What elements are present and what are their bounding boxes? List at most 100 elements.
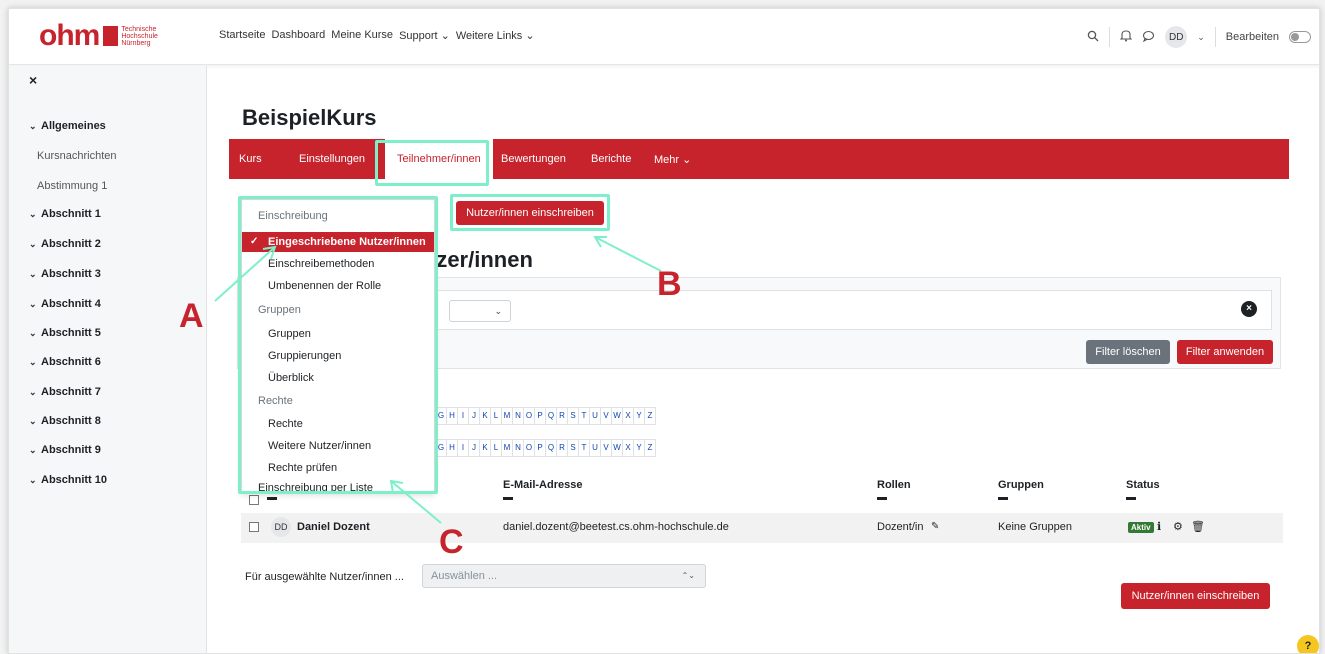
arrow-b (594, 236, 662, 272)
tab-kurs[interactable]: Kurs (239, 153, 262, 165)
annotation-label-c: C (439, 523, 464, 561)
divider (1109, 27, 1111, 47)
course-navigation: Kurs Einstellungen Teilnehmer/innen Bewe… (229, 139, 1289, 187)
sidebar-item-label: Abschnitt 5 (41, 327, 101, 339)
column-header-status[interactable]: Status (1126, 479, 1160, 491)
dropdown-item-enrol-by-list[interactable]: Einschreibung per Liste (242, 478, 434, 498)
sort-indicator (998, 497, 1008, 500)
top-bar: ohm Technische Hochschule Nürnberg Start… (9, 9, 1319, 65)
info-icon[interactable]: ℹ (1157, 520, 1161, 533)
tab-einstellungen[interactable]: Einstellungen (299, 153, 365, 165)
sidebar-item-label: Abschnitt 7 (41, 386, 101, 398)
user-tools: DD ⌄ Bearbeiten (1087, 26, 1311, 48)
dropdown-item-permissions[interactable]: Rechte (242, 414, 434, 434)
filter-match-select[interactable]: ⌄ (449, 300, 511, 322)
dropdown-item-enrol-methods[interactable]: Einschreibemethoden (242, 254, 434, 274)
user-avatar[interactable]: DD (1165, 26, 1188, 48)
sidebar-item-abstimmung[interactable]: Abstimmung 1 (37, 180, 107, 192)
dropdown-item-enrolled-users[interactable]: ✓ Eingeschriebene Nutzer/innen (242, 232, 434, 252)
browser-frame: ohm Technische Hochschule Nürnberg Start… (8, 8, 1320, 654)
tab-bewertungen[interactable]: Bewertungen (501, 153, 566, 165)
sidebar-item-label: Abschnitt 1 (41, 208, 101, 220)
sidebar-item-abschnitt-10[interactable]: ⌄ Abschnitt 10 (29, 474, 107, 486)
chat-icon[interactable] (1142, 30, 1155, 45)
sidebar-item-label: Abschnitt 6 (41, 356, 101, 368)
chevron-down-icon: ⌄ (29, 269, 37, 279)
bulk-action-select[interactable]: Auswählen ... ⌃⌄ (422, 564, 706, 588)
chevron-down-icon: ⌄ (29, 239, 37, 249)
close-icon[interactable]: × (1241, 301, 1257, 317)
dropdown-heading-rechte: Rechte (258, 395, 293, 407)
nav-support[interactable]: Support ⌄ (399, 29, 450, 42)
dropdown-item-groupings[interactable]: Gruppierungen (242, 346, 434, 366)
divider (1214, 27, 1216, 47)
status-badge: Aktiv (1128, 522, 1154, 533)
sidebar-item-abschnitt-4[interactable]: ⌄ Abschnitt 4 (29, 298, 101, 310)
sort-indicator (1126, 497, 1136, 500)
sidebar-item-allgemeines[interactable]: ⌄ Allgemeines (29, 120, 106, 132)
dropdown-item-other-users[interactable]: Weitere Nutzer/innen (242, 436, 434, 456)
sort-indicator (503, 497, 513, 500)
logo-sub-line-3: Nürnberg (121, 39, 151, 47)
nav-startseite[interactable]: Startseite (219, 29, 265, 42)
dropdown-item-rename-role[interactable]: Umbenennen der Rolle (242, 276, 434, 296)
search-icon[interactable] (1087, 30, 1099, 45)
tab-mehr[interactable]: Mehr ⌄ (654, 153, 691, 166)
sidebar-item-abschnitt-1[interactable]: ⌄ Abschnitt 1 (29, 208, 101, 220)
dropdown-heading-gruppen: Gruppen (258, 304, 301, 316)
close-icon[interactable]: × (29, 72, 37, 88)
filter-clear-button[interactable]: Filter löschen (1086, 340, 1170, 364)
tab-teilnehmer[interactable]: Teilnehmer/innen (385, 139, 493, 187)
dropdown-item-check-permissions[interactable]: Rechte prüfen (242, 458, 434, 478)
sidebar-item-abschnitt-5[interactable]: ⌄ Abschnitt 5 (29, 327, 101, 339)
column-header-groups[interactable]: Gruppen (998, 479, 1044, 491)
annotation-label-a: A (179, 297, 204, 335)
dropdown-heading-einschreibung: Einschreibung (258, 210, 328, 222)
chevron-down-icon[interactable]: ⌄ (1197, 32, 1205, 43)
sidebar-item-label: Abschnitt 4 (41, 298, 101, 310)
chevron-down-icon: ⌄ (29, 357, 37, 367)
enrol-users-button-top[interactable]: Nutzer/innen einschreiben (456, 201, 604, 225)
bulk-action-label: Für ausgewählte Nutzer/innen ... (245, 571, 404, 583)
initial-letter[interactable]: Z (644, 407, 656, 425)
gear-icon[interactable]: ⚙ (1173, 520, 1183, 533)
sidebar-item-abschnitt-2[interactable]: ⌄ Abschnitt 2 (29, 238, 101, 250)
ohm-logo[interactable]: ohm Technische Hochschule Nürnberg (39, 21, 158, 51)
user-email: daniel.dozent@beetest.cs.ohm-hochschule.… (503, 521, 729, 533)
nav-weitere-links[interactable]: Weitere Links ⌄ (456, 29, 535, 42)
column-header-roles[interactable]: Rollen (877, 479, 911, 491)
sidebar-item-kursnachrichten[interactable]: Kursnachrichten (37, 150, 117, 162)
filter-apply-button[interactable]: Filter anwenden (1177, 340, 1273, 364)
edit-mode-toggle[interactable] (1289, 31, 1311, 43)
dropdown-item-groups[interactable]: Gruppen (242, 324, 434, 344)
sidebar-item-abschnitt-7[interactable]: ⌄ Abschnitt 7 (29, 386, 101, 398)
dropdown-item-overview[interactable]: Überblick (242, 368, 434, 388)
nav-dashboard[interactable]: Dashboard (271, 29, 325, 42)
sidebar-item-abschnitt-9[interactable]: ⌄ Abschnitt 9 (29, 444, 101, 456)
bulk-action-placeholder: Auswählen ... (431, 570, 498, 582)
sidebar-item-label: Abschnitt 8 (41, 415, 101, 427)
sidebar-item-label: Allgemeines (41, 120, 106, 132)
bell-icon[interactable] (1119, 29, 1133, 45)
chevron-down-icon: ⌄ (29, 299, 37, 309)
help-icon[interactable]: ? (1297, 635, 1319, 653)
initial-letter[interactable]: Z (644, 439, 656, 457)
sidebar-item-label: Kursnachrichten (37, 150, 117, 162)
table-row (241, 513, 1283, 543)
sidebar-item-abschnitt-8[interactable]: ⌄ Abschnitt 8 (29, 415, 101, 427)
trash-icon[interactable]: 🗑 (1191, 520, 1205, 533)
arrow-b-head (593, 236, 607, 248)
chevron-down-icon: ⌃⌄ (681, 571, 695, 580)
column-header-email[interactable]: E-Mail-Adresse (503, 479, 582, 491)
sidebar-item-abschnitt-6[interactable]: ⌄ Abschnitt 6 (29, 356, 101, 368)
user-avatar: DD (271, 517, 291, 537)
enrol-users-button-bottom[interactable]: Nutzer/innen einschreiben (1121, 583, 1270, 609)
sidebar-item-abschnitt-3[interactable]: ⌄ Abschnitt 3 (29, 268, 101, 280)
sidebar-item-label: Abschnitt 3 (41, 268, 101, 280)
user-name-link[interactable]: Daniel Dozent (297, 521, 370, 533)
sidebar-item-label: Abstimmung 1 (37, 180, 108, 192)
pencil-icon[interactable]: ✎ (931, 521, 939, 532)
nav-meine-kurse[interactable]: Meine Kurse (331, 29, 393, 42)
tab-berichte[interactable]: Berichte (591, 153, 631, 165)
row-checkbox[interactable] (249, 522, 259, 532)
